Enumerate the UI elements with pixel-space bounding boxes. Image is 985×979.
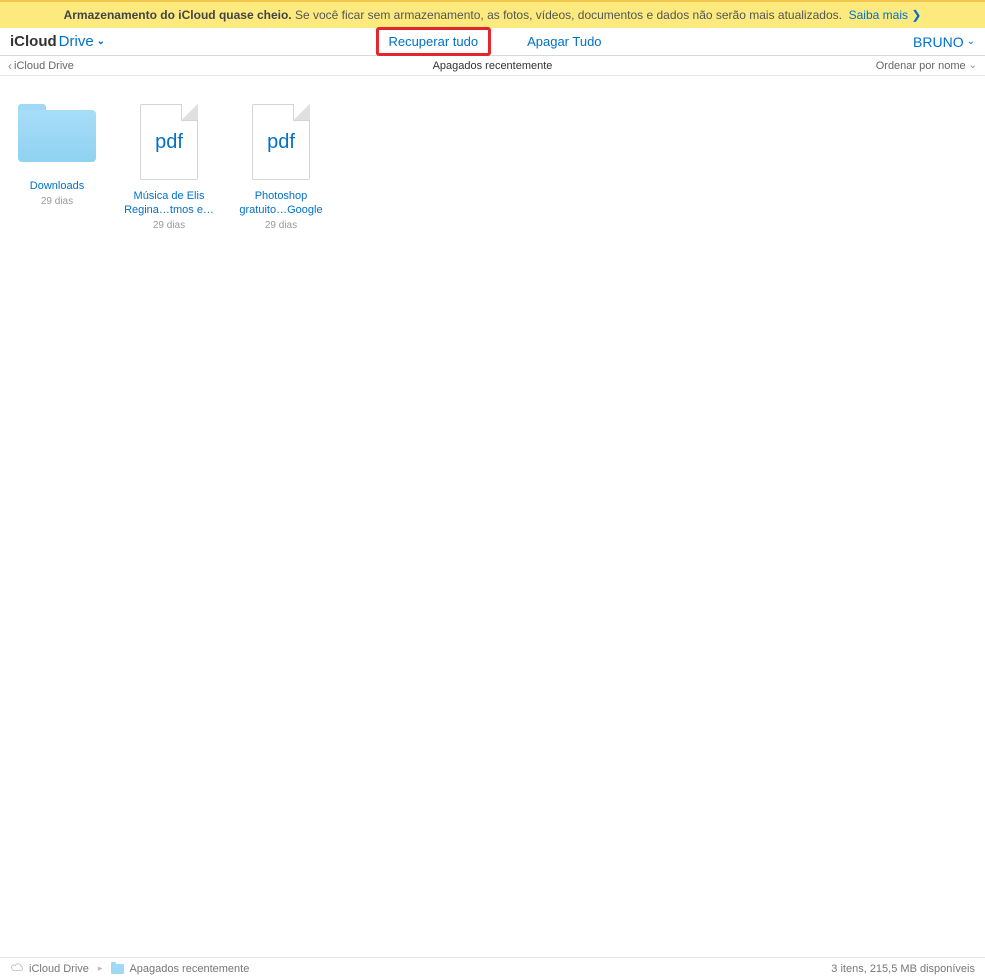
file-meta: 29 dias	[153, 220, 185, 231]
crumb-current[interactable]: Apagados recentemente	[129, 963, 249, 975]
page-title: Apagados recentemente	[433, 60, 553, 72]
location-bar: ‹ iCloud Drive Apagados recentemente Ord…	[0, 56, 985, 76]
banner-title: Armazenamento do iCloud quase cheio.	[64, 8, 292, 22]
file-item-pdf[interactable]: pdf Música de Elis Regina…tmos e… 29 dia…	[124, 104, 214, 231]
storage-warning-banner: Armazenamento do iCloud quase cheio. Se …	[0, 0, 985, 28]
breadcrumb: iCloud Drive ▸ Apagados recentemente	[10, 962, 249, 975]
chevron-left-icon: ‹	[8, 59, 12, 73]
toolbar-actions: Recuperar tudo Apagar Tudo	[375, 27, 609, 56]
folder-icon	[18, 104, 96, 162]
chevron-down-icon: ⌄	[969, 60, 977, 71]
back-button[interactable]: ‹ iCloud Drive	[8, 59, 74, 73]
main-toolbar: iCloud Drive ⌄ Recuperar tudo Apagar Tud…	[0, 28, 985, 56]
crumb-separator: ▸	[98, 963, 103, 974]
folder-icon	[111, 964, 124, 974]
chevron-down-icon: ⌄	[97, 36, 105, 47]
user-menu[interactable]: BRUNO ⌄	[913, 34, 975, 50]
file-name: Música de Elis Regina…tmos e…	[124, 190, 214, 218]
recover-all-button[interactable]: Recuperar tudo	[375, 27, 491, 56]
pdf-icon: pdf	[140, 104, 198, 180]
storage-status: 3 itens, 215,5 MB disponíveis	[831, 963, 975, 975]
file-name: Photoshop gratuito…Google	[236, 190, 326, 218]
file-meta: 29 dias	[41, 196, 73, 207]
file-name: Downloads	[30, 180, 84, 194]
banner-text: Se você ficar sem armazenamento, as foto…	[295, 8, 842, 22]
icloud-drive-menu[interactable]: iCloud Drive ⌄	[10, 33, 105, 50]
chevron-down-icon: ⌄	[967, 36, 975, 47]
cloud-icon	[10, 962, 24, 975]
sort-menu[interactable]: Ordenar por nome ⌄	[876, 60, 977, 72]
delete-all-button[interactable]: Apagar Tudo	[519, 30, 609, 53]
crumb-root[interactable]: iCloud Drive	[29, 963, 89, 975]
file-item-folder[interactable]: Downloads 29 dias	[12, 104, 102, 231]
footer-bar: iCloud Drive ▸ Apagados recentemente 3 i…	[0, 957, 985, 979]
file-item-pdf[interactable]: pdf Photoshop gratuito…Google 29 dias	[236, 104, 326, 231]
file-grid: Downloads 29 dias pdf Música de Elis Reg…	[0, 76, 985, 259]
learn-more-link[interactable]: Saiba mais ❯	[849, 8, 922, 22]
file-meta: 29 dias	[265, 220, 297, 231]
chevron-right-icon: ❯	[911, 8, 921, 22]
pdf-icon: pdf	[252, 104, 310, 180]
